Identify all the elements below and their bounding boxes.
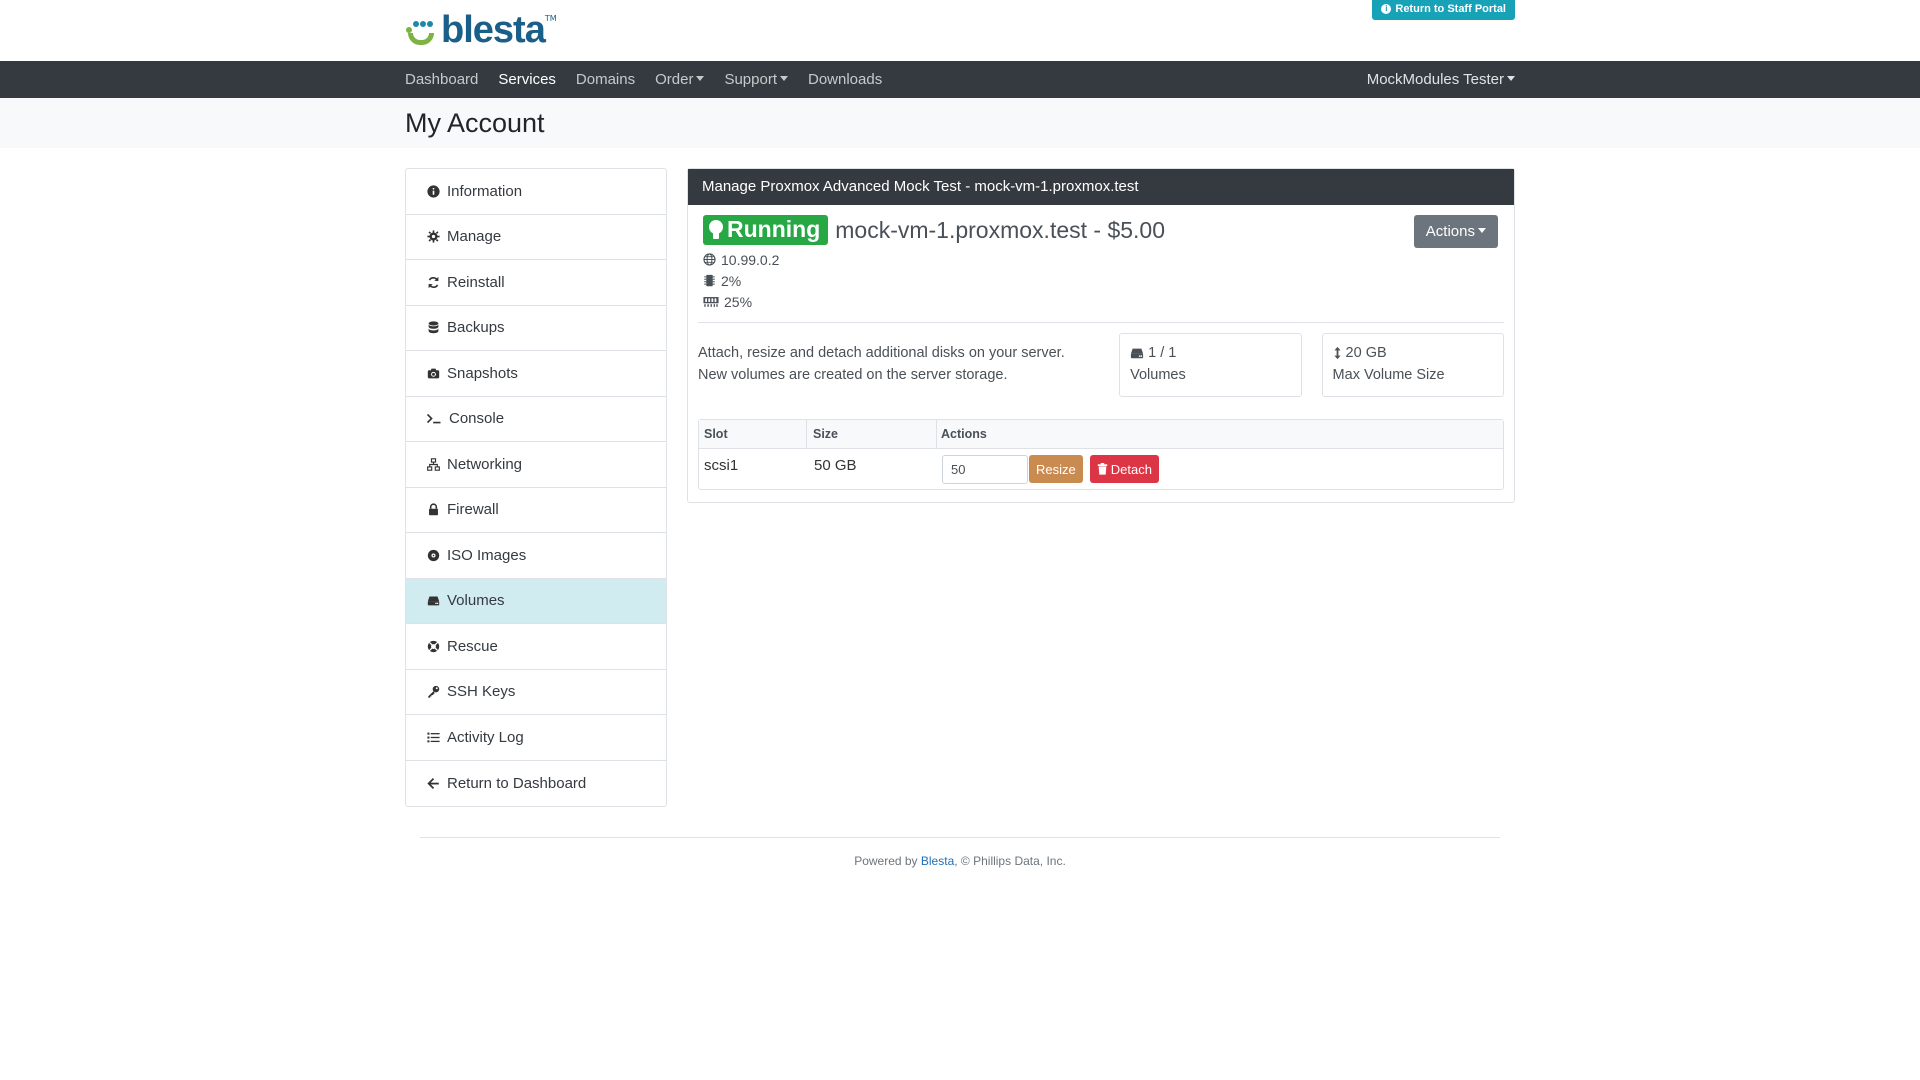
actions-dropdown-button[interactable]: Actions <box>1413 215 1498 248</box>
sidebar-item-return-to-dashboard[interactable]: Return to Dashboard <box>406 761 666 807</box>
max-volume-size-label: Max Volume Size <box>1332 367 1445 383</box>
arrow-left-icon <box>426 776 440 790</box>
sidebar-item-networking[interactable]: Networking <box>406 442 666 488</box>
logo-mark-icon <box>405 13 441 47</box>
sidebar-item-activity-log[interactable]: Activity Log <box>406 715 666 761</box>
sidebar-item-snapshots[interactable]: Snapshots <box>406 351 666 397</box>
volumes-count-label: Volumes <box>1130 367 1186 383</box>
volumes-count: 1 / 1 <box>1148 345 1177 361</box>
max-volume-size-box: 20 GB Max Volume Size <box>1321 333 1504 397</box>
volumes-description: Attach, resize and detach additional dis… <box>698 345 1065 383</box>
nav-services[interactable]: Services <box>498 71 556 88</box>
logo-text: blesta <box>441 9 546 51</box>
resize-button[interactable]: Resize <box>1029 455 1083 483</box>
panel-heading: Manage Proxmox Advanced Mock Test - mock… <box>688 169 1514 205</box>
column-actions: Actions <box>941 427 987 441</box>
nav-order[interactable]: Order <box>655 71 705 88</box>
table-header: Slot Size Actions <box>699 420 1503 449</box>
key-icon <box>426 685 440 699</box>
column-size: Size <box>807 420 937 448</box>
sidebar-item-manage[interactable]: Manage <box>406 215 666 260</box>
title-band: My Account <box>0 98 1920 148</box>
sync-icon <box>426 275 440 289</box>
microchip-icon <box>704 274 715 287</box>
list-icon <box>426 730 440 744</box>
service-sidebar: Information Manage Reinstall Backups Sna… <box>405 168 667 807</box>
sidebar-item-volumes[interactable]: Volumes <box>406 578 666 624</box>
sidebar-item-console[interactable]: Console <box>406 397 666 442</box>
arrows-vertical-icon <box>1333 346 1341 360</box>
gear-icon <box>426 230 440 244</box>
sidebar-item-firewall[interactable]: Firewall <box>406 488 666 533</box>
vm-title: mock-vm-1.proxmox.test - $5.00 <box>835 216 1166 243</box>
disc-icon <box>426 548 440 562</box>
divider <box>698 322 1504 323</box>
vm-stats: 10.99.0.2 2% 25% <box>703 249 1504 312</box>
manage-service-panel: Manage Proxmox Advanced Mock Test - mock… <box>687 168 1515 503</box>
blesta-link[interactable]: Blesta <box>921 854 954 868</box>
staff-portal-label: Return to Staff Portal <box>1395 3 1506 15</box>
cpu-usage: 2% <box>721 272 742 289</box>
life-ring-icon <box>426 639 440 653</box>
chevron-down-icon <box>1507 76 1515 81</box>
memory-usage: 25% <box>724 293 753 310</box>
nav-downloads[interactable]: Downloads <box>808 71 882 88</box>
chevron-down-icon <box>696 76 705 81</box>
logo-tm: TM <box>544 14 557 23</box>
database-icon <box>426 321 440 335</box>
hdd-icon <box>426 594 440 608</box>
return-to-staff-portal-button[interactable]: i Return to Staff Portal <box>1372 0 1515 20</box>
page-title: My Account <box>405 108 545 138</box>
main-navbar: Dashboard Services Domains Order Support… <box>0 61 1920 98</box>
info-circle-icon <box>426 184 440 198</box>
volume-size: 50 GB <box>814 457 857 474</box>
terminal-icon <box>426 412 442 426</box>
sidebar-item-ssh-keys[interactable]: SSH Keys <box>406 670 666 715</box>
memory-icon <box>703 297 719 307</box>
sidebar-item-reinstall[interactable]: Reinstall <box>406 260 666 306</box>
nav-domains[interactable]: Domains <box>576 71 635 88</box>
lock-icon <box>426 503 440 517</box>
column-slot: Slot <box>699 420 807 448</box>
hdd-icon <box>1130 348 1144 359</box>
volumes-count-box: 1 / 1 Volumes <box>1119 333 1302 397</box>
lightbulb-icon <box>709 219 723 240</box>
footer: Powered by Blesta, © Phillips Data, Inc. <box>854 854 1066 868</box>
sidebar-item-information[interactable]: Information <box>406 169 666 215</box>
resize-size-input[interactable] <box>942 454 1028 484</box>
nav-dashboard[interactable]: Dashboard <box>405 71 478 88</box>
table-row: scsi1 50 GB Resize Detach <box>699 449 1503 489</box>
blesta-logo[interactable]: blesta TM <box>405 9 557 51</box>
volume-slot: scsi1 <box>704 457 739 474</box>
ip-address: 10.99.0.2 <box>721 251 780 268</box>
footer-divider <box>420 837 1500 838</box>
chevron-down-icon <box>780 76 788 81</box>
sidebar-item-backups[interactable]: Backups <box>406 306 666 351</box>
info-circle-icon: i <box>1381 4 1392 14</box>
camera-icon <box>426 366 440 380</box>
trash-icon <box>1097 463 1107 475</box>
network-icon <box>426 457 440 471</box>
site-header: blesta TM i Return to Staff Portal <box>0 0 1920 61</box>
user-menu[interactable]: MockModules Tester <box>1367 71 1515 88</box>
detach-button[interactable]: Detach <box>1089 455 1159 483</box>
volumes-table: Slot Size Actions scsi1 50 GB Resize Det <box>698 419 1504 490</box>
status-badge: Running <box>703 215 829 245</box>
max-volume-size: 20 GB <box>1345 345 1387 361</box>
chevron-down-icon <box>1478 228 1486 233</box>
globe-icon <box>703 253 716 266</box>
sidebar-item-iso-images[interactable]: ISO Images <box>406 533 666 579</box>
nav-support[interactable]: Support <box>724 71 788 88</box>
sidebar-item-rescue[interactable]: Rescue <box>406 624 666 670</box>
